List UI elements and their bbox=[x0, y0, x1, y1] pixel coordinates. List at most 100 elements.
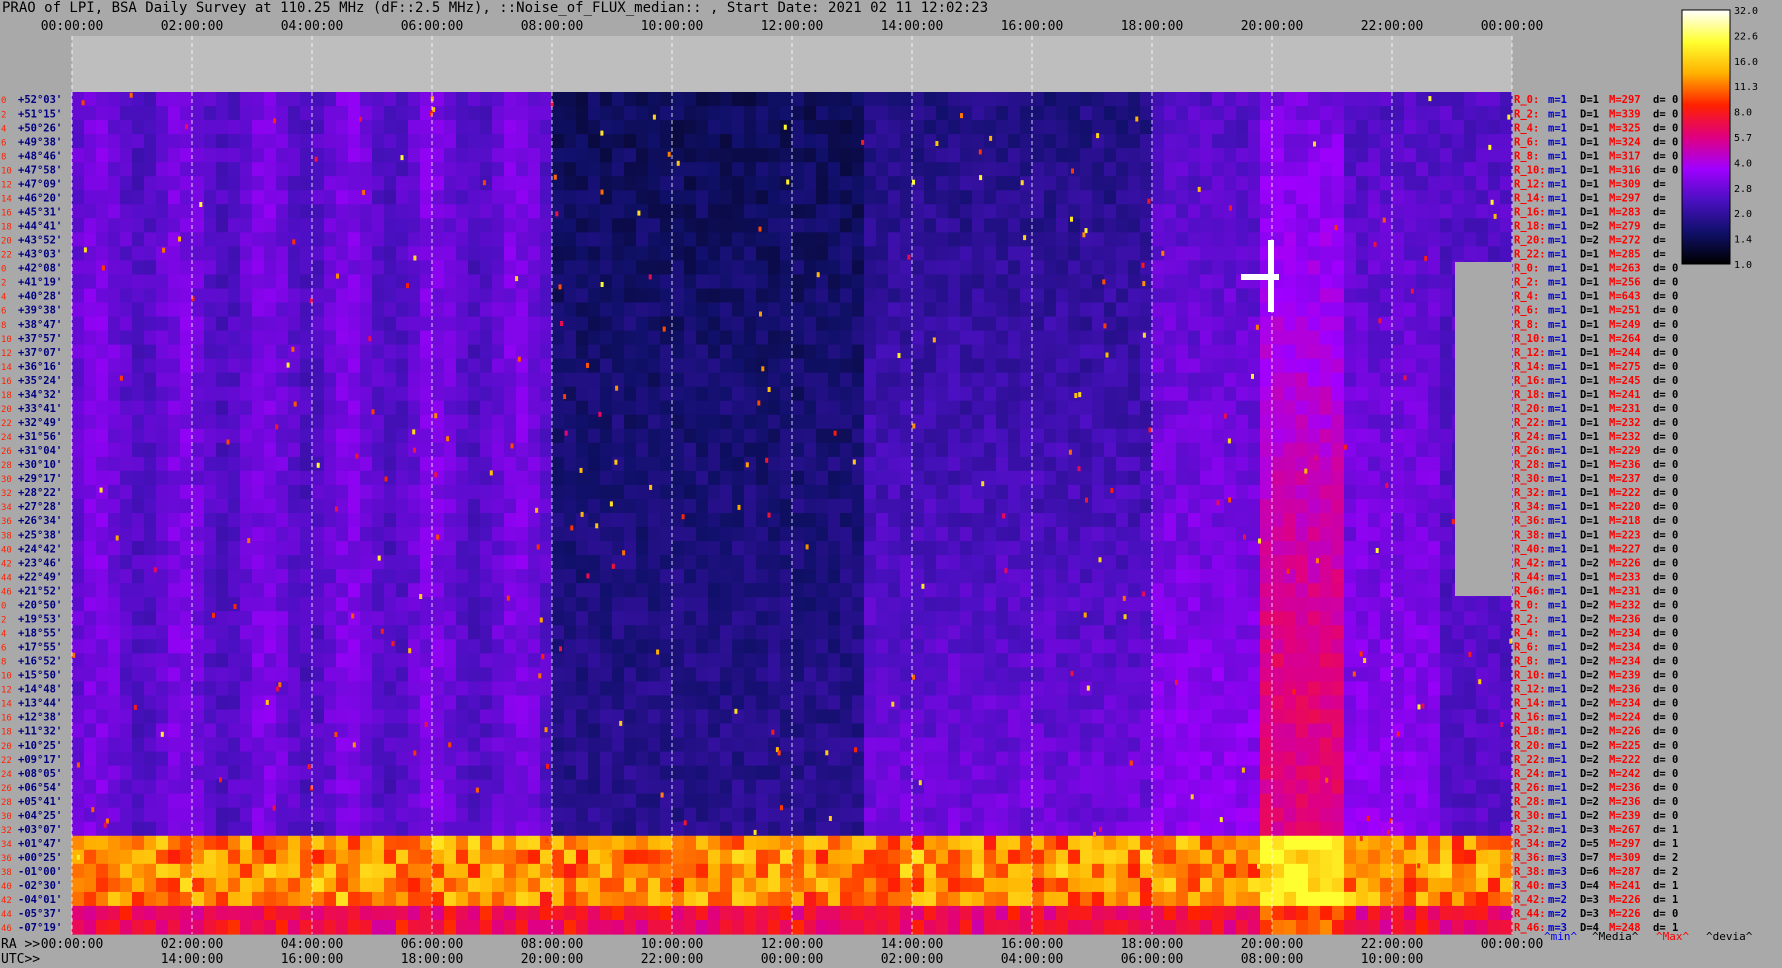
heatmap-cell bbox=[1008, 148, 1021, 163]
heatmap-cell bbox=[444, 583, 457, 598]
heatmap-cell bbox=[972, 456, 985, 472]
heatmap-cell bbox=[1056, 456, 1069, 472]
heatmap-cell bbox=[888, 527, 901, 542]
heatmap-cell bbox=[396, 260, 409, 276]
heatmap-cell bbox=[828, 527, 841, 542]
heatmap-cell bbox=[540, 569, 553, 584]
heatmap-cell bbox=[456, 134, 469, 149]
heatmap-cell bbox=[708, 555, 721, 570]
heatmap-cell bbox=[576, 218, 589, 233]
heatmap-cell bbox=[1128, 316, 1141, 332]
heatmap-cell bbox=[384, 92, 397, 107]
heatmap-cell bbox=[144, 639, 157, 654]
heatmap-chart: 00:00:00 02:00:00 04:00:00 06:00:00 08:00:00… bbox=[1, 6, 1758, 967]
heatmap-cell bbox=[444, 358, 457, 374]
heatmap-cell bbox=[1056, 232, 1069, 247]
heatmap-cell bbox=[996, 316, 1009, 332]
heatmap-cell bbox=[432, 358, 445, 374]
heatmap-cell bbox=[348, 625, 361, 640]
heatmap-cell bbox=[180, 246, 193, 261]
heatmap-cell bbox=[420, 162, 433, 177]
heatmap-cell bbox=[876, 400, 889, 416]
heatmap-cell bbox=[672, 316, 685, 332]
heatmap-cell bbox=[468, 442, 481, 458]
heatmap-cell bbox=[1428, 442, 1441, 458]
heatmap-cell bbox=[1344, 316, 1357, 332]
heatmap-cell bbox=[984, 513, 997, 528]
heatmap-cell bbox=[648, 344, 661, 360]
heatmap-cell bbox=[540, 498, 553, 514]
heatmap-cell bbox=[804, 232, 817, 247]
heatmap-cell bbox=[864, 625, 877, 640]
heatmap-cell bbox=[900, 470, 913, 486]
heatmap-cell bbox=[444, 162, 457, 177]
heatmap-cell bbox=[1068, 204, 1081, 219]
heatmap-cell bbox=[1404, 246, 1417, 261]
heatmap-cell bbox=[720, 358, 733, 374]
heatmap-cell bbox=[288, 414, 301, 430]
heatmap-cell bbox=[1104, 134, 1117, 149]
heatmap-cell bbox=[420, 639, 433, 654]
heatmap-cell bbox=[468, 176, 481, 191]
heatmap-cell bbox=[432, 344, 445, 360]
heatmap-cell bbox=[1488, 625, 1501, 640]
heatmap-cell bbox=[1068, 414, 1081, 430]
heatmap-cell bbox=[324, 428, 337, 444]
heatmap-cell bbox=[1440, 625, 1453, 640]
heatmap-cell bbox=[156, 260, 169, 276]
heatmap-cell bbox=[792, 470, 805, 486]
heatmap-cell bbox=[264, 330, 277, 346]
heatmap-cell bbox=[1380, 330, 1393, 346]
heatmap-cell bbox=[228, 232, 241, 247]
heatmap-cell bbox=[960, 513, 973, 528]
heatmap-cell bbox=[120, 400, 133, 416]
heatmap-cell bbox=[288, 344, 301, 360]
heatmap-cell bbox=[1224, 162, 1237, 177]
heatmap-cell bbox=[768, 302, 781, 318]
heatmap-cell bbox=[660, 597, 673, 612]
heatmap-cell bbox=[72, 134, 85, 149]
heatmap-cell bbox=[1344, 625, 1357, 640]
heatmap-cell bbox=[396, 232, 409, 247]
heatmap-cell bbox=[1500, 232, 1513, 247]
heatmap-cell bbox=[1116, 484, 1129, 500]
heatmap-cell bbox=[1236, 484, 1249, 500]
heatmap-cell bbox=[1068, 653, 1081, 668]
heatmap-cell bbox=[768, 344, 781, 360]
heatmap-cell bbox=[1128, 484, 1141, 500]
heatmap-cell bbox=[996, 414, 1009, 430]
heatmap-cell bbox=[204, 204, 217, 219]
heatmap-cell bbox=[1176, 442, 1189, 458]
heatmap-cell bbox=[1140, 302, 1153, 318]
heatmap-cell bbox=[888, 358, 901, 374]
heatmap-cell bbox=[336, 232, 349, 247]
heatmap-cell bbox=[192, 246, 205, 261]
heatmap-cell bbox=[1164, 372, 1177, 388]
heatmap-cell bbox=[816, 190, 829, 205]
heatmap-cell bbox=[708, 358, 721, 374]
heatmap-cell bbox=[504, 400, 517, 416]
heatmap-cell bbox=[612, 386, 625, 402]
heatmap-cell bbox=[1296, 498, 1309, 514]
heatmap-cell bbox=[84, 148, 97, 163]
heatmap-cell bbox=[1380, 611, 1393, 626]
heatmap-cell bbox=[252, 625, 265, 640]
heatmap-cell bbox=[1212, 288, 1225, 304]
heatmap-cell bbox=[984, 484, 997, 500]
heatmap-cell bbox=[828, 204, 841, 219]
heatmap-cell bbox=[624, 330, 637, 346]
heatmap-cell bbox=[636, 400, 649, 416]
heatmap-cell bbox=[528, 597, 541, 612]
heatmap-cell bbox=[576, 344, 589, 360]
heatmap-cell bbox=[1308, 302, 1321, 318]
heatmap-cell bbox=[660, 400, 673, 416]
heatmap-cell bbox=[1188, 260, 1201, 276]
heatmap-cell bbox=[1140, 442, 1153, 458]
heatmap-cell bbox=[276, 456, 289, 472]
heatmap-cell bbox=[228, 288, 241, 304]
heatmap-cell bbox=[1236, 120, 1249, 135]
heatmap-cell bbox=[444, 218, 457, 233]
heatmap-cell bbox=[480, 218, 493, 233]
heatmap-cell bbox=[432, 316, 445, 332]
heatmap-cell bbox=[192, 344, 205, 360]
